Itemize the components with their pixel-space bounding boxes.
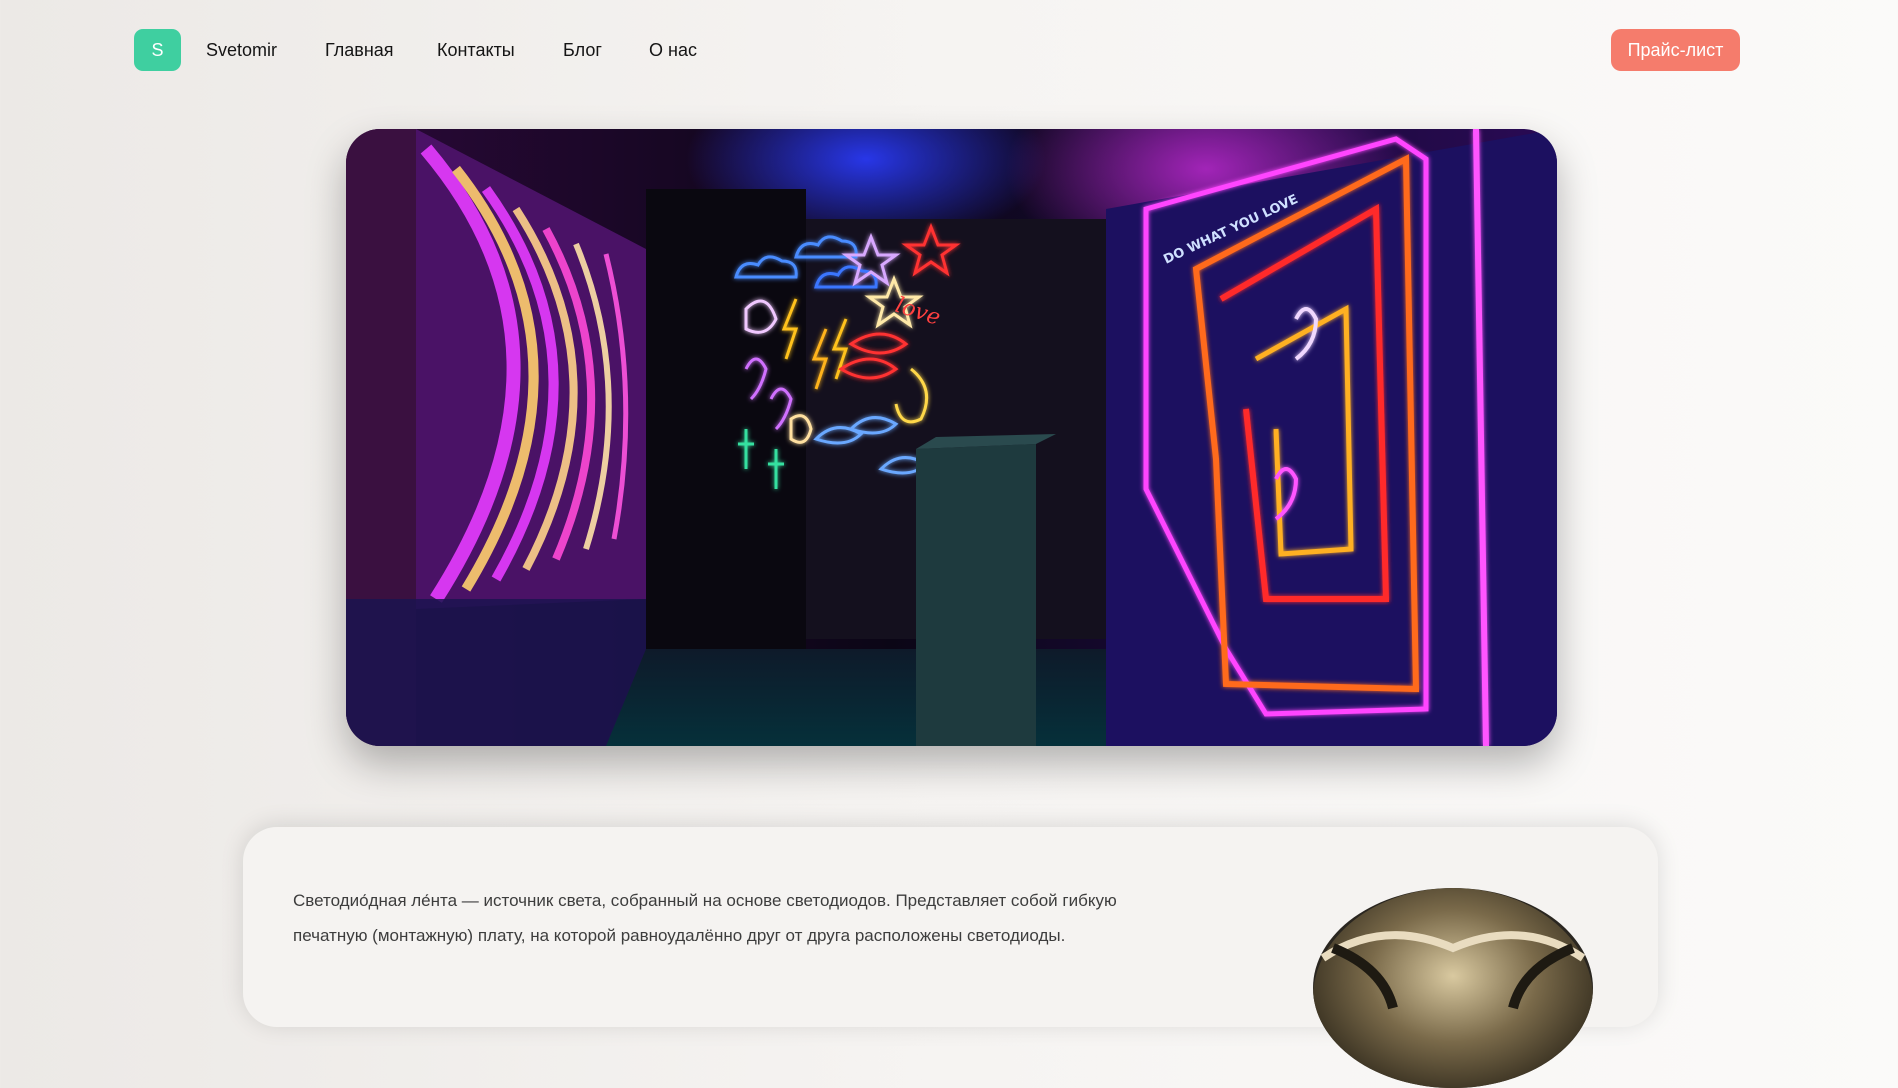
site-header: S Svetomir Главная Контакты Блог О нас П… (0, 0, 1898, 102)
nav-link-contacts[interactable]: Контакты (437, 40, 515, 61)
led-strip-image (1313, 888, 1593, 1088)
info-text-line-1: Светодио́дная ле́нта — источник света, с… (293, 891, 1117, 910)
logo-letter: S (151, 39, 164, 60)
hero-image: love DO WHAT YOU LOVE (346, 129, 1557, 746)
info-text: Светодио́дная ле́нта — источник света, с… (293, 883, 1193, 953)
brand-name[interactable]: Svetomir (206, 40, 277, 61)
nav-link-about[interactable]: О нас (649, 40, 697, 61)
nav-link-home[interactable]: Главная (325, 40, 394, 61)
info-card: Светодио́дная ле́нта — источник света, с… (243, 827, 1658, 1088)
logo-badge[interactable]: S (134, 29, 181, 71)
info-text-line-2: печатную (монтажную) плату, на которой р… (293, 926, 1066, 945)
nav-link-blog[interactable]: Блог (563, 40, 602, 61)
price-list-button[interactable]: Прайс-лист (1611, 29, 1740, 71)
